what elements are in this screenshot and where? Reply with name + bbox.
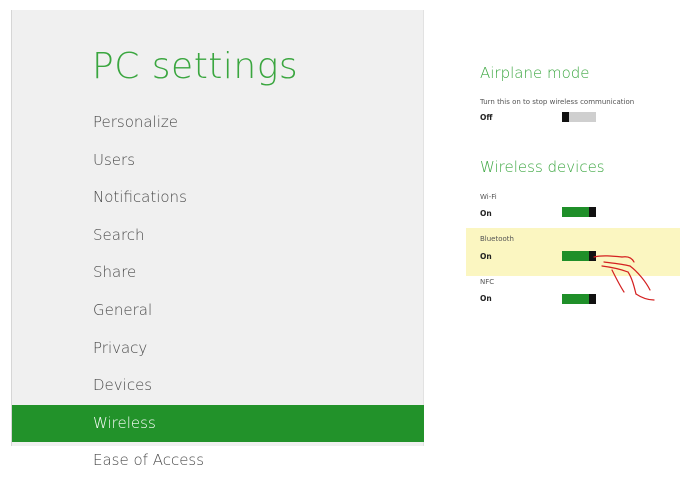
airplane-mode-state: Off xyxy=(480,113,493,122)
bluetooth-state: On xyxy=(480,252,492,261)
wifi-label: Wi-Fi xyxy=(480,193,497,201)
nav-item-search[interactable]: Search xyxy=(12,217,424,255)
hand-pointer-icon xyxy=(593,255,655,301)
settings-nav-pane: PC settings Personalize Users Notificati… xyxy=(12,10,424,469)
page-title: PC settings xyxy=(92,46,299,87)
airplane-mode-description: Turn this on to stop wireless communicat… xyxy=(480,98,635,106)
airplane-mode-heading: Airplane mode xyxy=(480,64,590,82)
nfc-toggle[interactable] xyxy=(562,294,596,304)
settings-window: PC settings Personalize Users Notificati… xyxy=(11,10,680,469)
wifi-toggle[interactable] xyxy=(562,207,596,217)
airplane-mode-toggle[interactable] xyxy=(562,112,596,122)
nav-item-general[interactable]: General xyxy=(12,292,424,330)
nfc-label: NFC xyxy=(480,278,495,286)
wireless-settings-pane: Airplane mode Turn this on to stop wirel… xyxy=(424,10,680,446)
nav-item-notifications[interactable]: Notifications xyxy=(12,179,424,217)
nav-item-users[interactable]: Users xyxy=(12,142,424,180)
nav-item-devices[interactable]: Devices xyxy=(12,367,424,405)
settings-nav: Personalize Users Notifications Search S… xyxy=(12,104,424,480)
wifi-state: On xyxy=(480,209,492,218)
wireless-devices-heading: Wireless devices xyxy=(480,158,605,176)
bluetooth-label: Bluetooth xyxy=(480,235,514,243)
toggle-thumb xyxy=(562,112,569,122)
toggle-thumb xyxy=(589,207,596,217)
nav-item-privacy[interactable]: Privacy xyxy=(12,330,424,368)
nav-item-ease-of-access[interactable]: Ease of Access xyxy=(12,442,424,480)
nav-item-personalize[interactable]: Personalize xyxy=(12,104,424,142)
nav-item-wireless[interactable]: Wireless xyxy=(12,404,424,443)
nav-item-share[interactable]: Share xyxy=(12,254,424,292)
nfc-state: On xyxy=(480,294,492,303)
bluetooth-toggle[interactable] xyxy=(562,251,596,261)
